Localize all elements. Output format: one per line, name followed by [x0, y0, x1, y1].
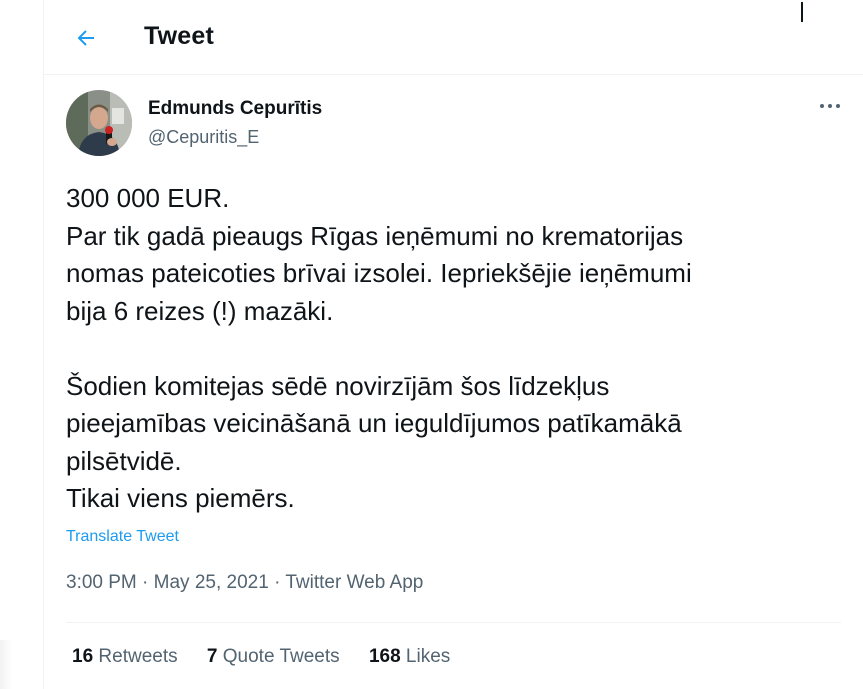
tweet-line: bija 6 reizes (!) mazāki. — [66, 295, 334, 326]
quote-tweets-stat[interactable]: 7 Quote Tweets — [207, 646, 340, 668]
meta-separator: · — [136, 572, 154, 593]
tweet-source[interactable]: Twitter Web App — [285, 572, 423, 593]
tweet-author: Edmunds Cepurītis @Cepuritis_E — [66, 90, 846, 158]
back-button[interactable] — [66, 18, 106, 58]
tweet-stats: 16 Retweets 7 Quote Tweets 168 Likes — [72, 646, 474, 668]
profile-photo — [66, 90, 132, 156]
author-handle[interactable]: @Cepuritis_E — [148, 127, 259, 148]
left-column-border — [43, 0, 44, 689]
tweet-line: Šodien komitejas sēdē novirzījām šos līd… — [66, 370, 610, 401]
avatar[interactable] — [66, 90, 132, 156]
retweets-count: 16 — [72, 646, 94, 667]
more-options-button[interactable] — [815, 96, 845, 116]
tweet-time[interactable]: 3:00 PM — [66, 572, 137, 593]
tweet-date[interactable]: May 25, 2021 — [154, 572, 269, 593]
tweet-line: Par tik gadā pieaugs Rīgas ieņēmumi no k… — [66, 220, 684, 251]
arrow-left-icon — [77, 30, 94, 46]
author-name[interactable]: Edmunds Cepurītis — [148, 98, 322, 120]
retweets-label: Retweets — [98, 646, 178, 667]
tweet-line: pilsētvidē. — [66, 445, 182, 476]
divider — [66, 622, 841, 623]
retweets-stat[interactable]: 16 Retweets — [72, 646, 178, 668]
tweet-line: nomas pateicoties brīvai izsolei. Ieprie… — [66, 258, 692, 288]
translate-tweet-link[interactable]: Translate Tweet — [66, 528, 179, 546]
page-title: Tweet — [144, 22, 214, 50]
meta-separator: · — [268, 572, 286, 593]
quote-tweets-label: Quote Tweets — [222, 646, 340, 667]
more-horizontal-icon — [820, 104, 840, 108]
tweet-line: Tikai viens piemērs. — [66, 483, 295, 513]
tweet-detail-page: Tweet Edmunds Cepurītis @Cepuritis_E 300… — [0, 0, 863, 689]
tweet-text: 300 000 EUR. Par tik gadā pieaugs Rīgas … — [66, 180, 836, 518]
page-header: Tweet — [44, 0, 863, 75]
tweet-meta: 3:00 PM · May 25, 2021 · Twitter Web App — [66, 572, 423, 594]
edge-shadow — [0, 640, 12, 689]
tweet-line: pieejamības veicināšanā un ieguldījumos … — [66, 408, 682, 438]
likes-count: 168 — [368, 646, 401, 667]
tweet-line: 300 000 EUR. — [66, 183, 230, 213]
likes-label: Likes — [405, 646, 451, 667]
likes-stat[interactable]: 168 Likes — [369, 646, 450, 668]
quote-tweets-count: 7 — [206, 646, 218, 667]
